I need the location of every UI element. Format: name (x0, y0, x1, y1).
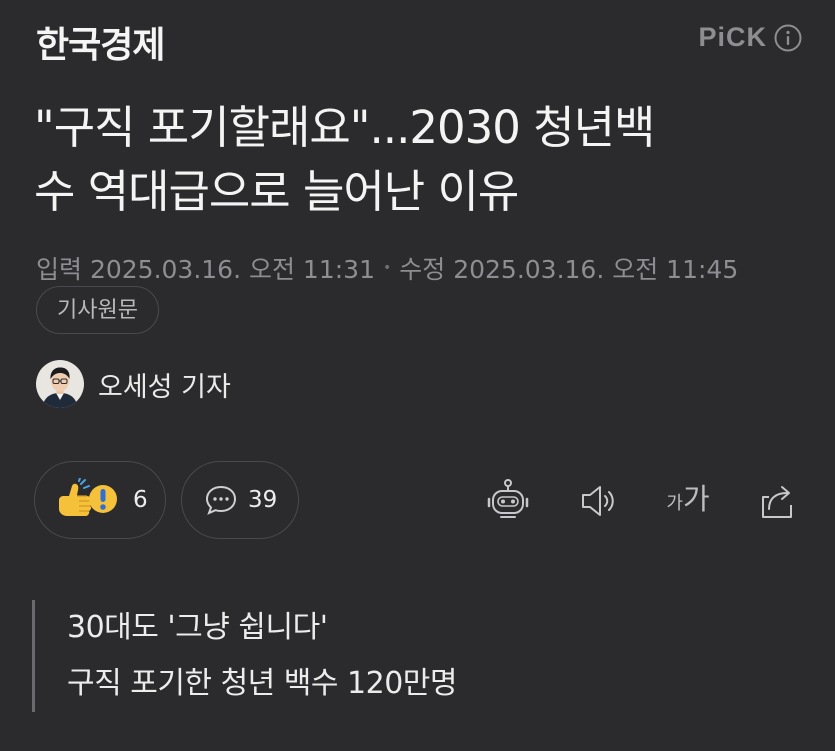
font-size-big-label: 가 (682, 482, 710, 516)
article-title: "구직 포기할래요"...2030 청년백 수 역대급으로 늘어난 이유 (34, 96, 814, 224)
title-line-2: 수 역대급으로 늘어난 이유 (34, 165, 519, 218)
font-size-button[interactable]: 가 가 (660, 476, 716, 526)
comment-button[interactable]: 39 (181, 461, 299, 539)
published-date: 입력 2025.03.16. 오전 11:31 (36, 255, 375, 284)
article-dates: 입력 2025.03.16. 오전 11:31 • 수정 2025.03.16.… (36, 250, 738, 286)
date-separator: • (382, 260, 392, 276)
summary-line-1: 30대도 '그냥 쉽니다' (67, 610, 328, 645)
reaction-count: 6 (133, 487, 148, 513)
article-summary: 30대도 '그냥 쉽니다' 구직 포기한 청년 백수 120만명 (32, 600, 458, 712)
share-button[interactable] (752, 476, 802, 526)
thumbs-up-emoji-icon (59, 478, 117, 516)
comment-count: 39 (248, 487, 278, 513)
text-to-speech-button[interactable] (574, 476, 624, 526)
original-article-button[interactable]: 기사원문 (36, 286, 159, 334)
font-size-small-label: 가 (666, 493, 683, 514)
publisher-logo[interactable]: 한국경제 (36, 16, 165, 68)
summary-bot-button[interactable] (483, 476, 533, 526)
robot-icon (487, 479, 529, 518)
reaction-button[interactable]: 6 (34, 461, 166, 539)
pick-badge[interactable]: PiCK (698, 22, 803, 53)
pick-label: PiCK (698, 22, 767, 52)
share-icon (762, 486, 792, 518)
author-name[interactable]: 오세성 기자 (98, 365, 231, 404)
title-line-1: "구직 포기할래요"...2030 청년백 (34, 101, 655, 154)
author-avatar[interactable] (36, 360, 84, 408)
modified-date: 수정 2025.03.16. 오전 11:45 (399, 255, 739, 284)
speaker-icon (582, 486, 614, 516)
author-row[interactable]: 오세성 기자 (36, 360, 231, 408)
speech-bubble-icon (205, 485, 237, 515)
summary-line-2: 구직 포기한 청년 백수 120만명 (67, 666, 458, 701)
info-icon[interactable] (773, 23, 803, 53)
